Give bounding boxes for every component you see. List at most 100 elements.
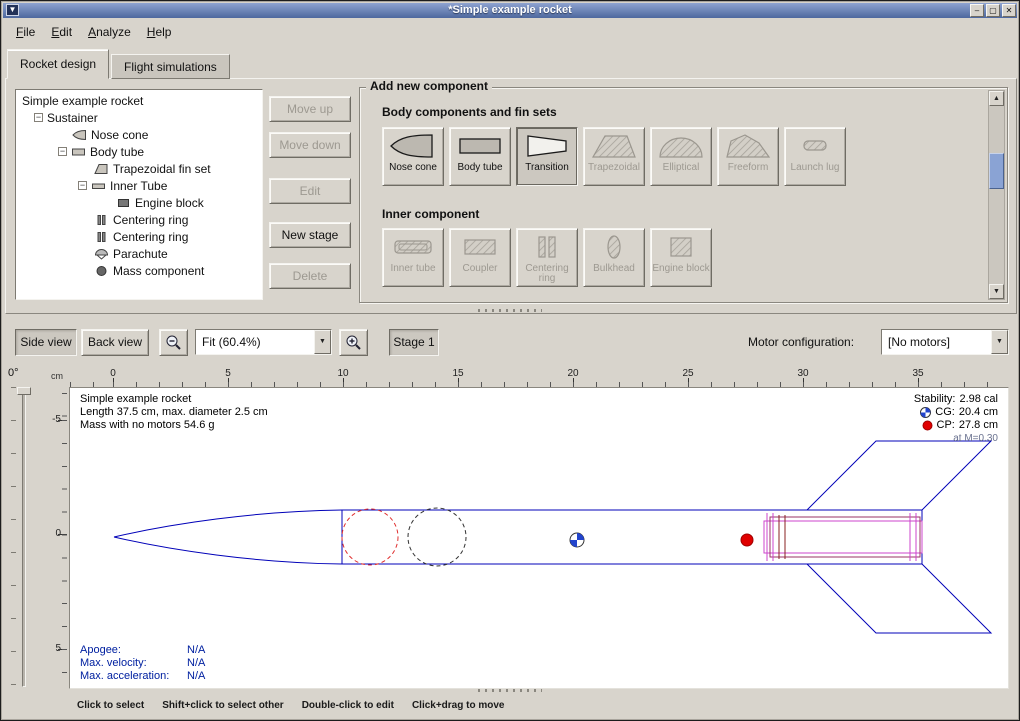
cg-marker <box>570 533 584 547</box>
tree-row-parachute[interactable]: Parachute <box>16 245 262 262</box>
parachute-icon <box>94 248 109 260</box>
engine-block-button[interactable]: Engine block <box>650 228 712 287</box>
motor-config-label: Motor configuration: <box>748 335 854 349</box>
edit-button[interactable]: Edit <box>269 178 351 204</box>
bulkhead-button[interactable]: Bulkhead <box>583 228 645 287</box>
tree-row-fin-set[interactable]: Trapezoidal fin set <box>16 160 262 177</box>
component-scrollbar[interactable]: ▲ ▼ <box>988 90 1005 300</box>
dropdown-arrow-icon[interactable]: ▼ <box>991 330 1008 354</box>
flight-data: Apogee:N/A Max. velocity:N/A Max. accele… <box>80 644 205 683</box>
motor-config-select[interactable]: [No motors] ▼ <box>881 329 1009 355</box>
back-view-button[interactable]: Back view <box>81 329 149 356</box>
rotation-slider-handle[interactable] <box>17 387 31 395</box>
close-button[interactable]: ✕ <box>1002 4 1016 17</box>
move-up-button[interactable]: Move up <box>269 96 351 122</box>
statusbar: Click to select Shift+click to select ot… <box>3 692 1017 719</box>
trapezoidal-fin-button[interactable]: Trapezoidal <box>583 127 645 186</box>
body-component-buttons: Nose cone Body tube Transition Trapezoid… <box>382 127 846 186</box>
fin-set-icon <box>94 163 109 175</box>
launch-lug-button[interactable]: Launch lug <box>784 127 846 186</box>
hint-double-click: Double-click to edit <box>302 700 394 711</box>
titlebar[interactable]: ▼ *Simple example rocket – ▢ ✕ <box>3 3 1017 18</box>
tree-row-engine-block[interactable]: Engine block <box>16 194 262 211</box>
tree-row-stage[interactable]: Sustainer <box>16 109 262 126</box>
maximize-button[interactable]: ▢ <box>986 4 1000 17</box>
zoom-in-icon <box>345 334 362 351</box>
app-menu-icon[interactable]: ▼ <box>6 4 19 16</box>
inner-tube-button[interactable]: Inner tube <box>382 228 444 287</box>
menu-help[interactable]: Help <box>139 21 180 43</box>
tree-row-mass-component[interactable]: Mass component <box>16 262 262 279</box>
elliptical-fin-icon <box>656 131 706 161</box>
zoom-in-button[interactable] <box>339 329 368 356</box>
body-tube-button[interactable]: Body tube <box>449 127 511 186</box>
rocket-canvas[interactable]: Simple example rocket Length 37.5 cm, ma… <box>69 387 1009 689</box>
collapse-handle-icon[interactable] <box>34 113 43 122</box>
freeform-fin-button[interactable]: Freeform <box>717 127 779 186</box>
horizontal-ruler: 0 5 10 15 20 25 30 35 <box>69 367 1009 387</box>
transition-icon <box>522 131 572 161</box>
zoom-out-button[interactable] <box>159 329 188 356</box>
cp-marker <box>741 534 753 546</box>
side-view-button[interactable]: Side view <box>15 329 77 356</box>
delete-button[interactable]: Delete <box>269 263 351 289</box>
vertical-ruler: -5 0 5 <box>41 387 67 689</box>
tree-row-nose-cone[interactable]: Nose cone <box>16 126 262 143</box>
zoom-select[interactable]: Fit (60.4%) ▼ <box>195 329 332 355</box>
tree-row-body-tube[interactable]: Body tube <box>16 143 262 160</box>
inner-section-label: Inner component <box>382 207 479 221</box>
scroll-up-icon[interactable]: ▲ <box>989 91 1004 106</box>
dropdown-arrow-icon[interactable]: ▼ <box>314 330 331 354</box>
coupler-button[interactable]: Coupler <box>449 228 511 287</box>
coupler-icon <box>455 232 505 262</box>
rocket-figure-area: 0° cm 0 5 10 15 20 25 30 35 -5 0 5 <box>1 365 1020 691</box>
nose-cone-icon <box>72 129 87 141</box>
menu-analyze[interactable]: Analyze <box>80 21 139 43</box>
tree-row-centering-ring-1[interactable]: Centering ring <box>16 211 262 228</box>
centering-ring-icon <box>94 214 109 226</box>
elliptical-fin-button[interactable]: Elliptical <box>650 127 712 186</box>
nose-cone-button[interactable]: Nose cone <box>382 127 444 186</box>
trapezoidal-fin-icon <box>589 131 639 161</box>
rotation-slider[interactable] <box>22 387 26 687</box>
centering-ring-icon <box>522 232 572 262</box>
cg-icon <box>920 407 931 418</box>
inner-tube-icon <box>388 232 438 262</box>
rotation-ticks <box>11 387 16 687</box>
hint-click-select: Click to select <box>77 700 144 711</box>
engine-block-icon <box>656 232 706 262</box>
ruler-unit: cm <box>51 371 63 381</box>
collapse-handle-icon[interactable] <box>78 181 87 190</box>
tab-rocket-design[interactable]: Rocket design <box>7 49 109 79</box>
stability-info: Stability: 2.98 cal CG: 20.4 cm CP: 27.8… <box>914 393 998 445</box>
main-tabs: Rocket design Flight simulations <box>7 49 232 79</box>
new-stage-button[interactable]: New stage <box>269 222 351 248</box>
app-window: ▼ *Simple example rocket – ▢ ✕ File Edit… <box>0 0 1020 721</box>
transition-button[interactable]: Transition <box>516 127 578 186</box>
minimize-button[interactable]: – <box>970 4 984 17</box>
menubar: File Edit Analyze Help <box>3 19 1017 45</box>
scrollbar-thumb[interactable] <box>989 153 1004 189</box>
nose-cone-icon <box>388 131 438 161</box>
move-down-button[interactable]: Move down <box>269 132 351 158</box>
tab-flight-simulations[interactable]: Flight simulations <box>111 54 230 79</box>
tree-row-inner-tube[interactable]: Inner Tube <box>16 177 262 194</box>
bulkhead-icon <box>589 232 639 262</box>
tree-row-centering-ring-2[interactable]: Centering ring <box>16 228 262 245</box>
collapse-handle-icon[interactable] <box>58 147 67 156</box>
menu-file[interactable]: File <box>8 21 43 43</box>
rotation-value: 0° <box>8 367 19 379</box>
centering-ring-icon <box>94 231 109 243</box>
rocket-drawing <box>70 388 1008 688</box>
component-tree[interactable]: Simple example rocket Sustainer Nose con… <box>15 89 263 300</box>
group-title: Add new component <box>366 79 492 93</box>
mass-component-icon <box>94 265 109 277</box>
tree-row-rocket[interactable]: Simple example rocket <box>16 92 262 109</box>
menu-edit[interactable]: Edit <box>43 21 80 43</box>
centering-ring-button[interactable]: Centering ring <box>516 228 578 287</box>
hint-shift-click: Shift+click to select other <box>162 700 283 711</box>
stage-1-toggle[interactable]: Stage 1 <box>389 329 439 356</box>
scroll-down-icon[interactable]: ▼ <box>989 284 1004 299</box>
horizontal-splitter[interactable] <box>1 309 1019 313</box>
body-section-label: Body components and fin sets <box>382 105 557 119</box>
